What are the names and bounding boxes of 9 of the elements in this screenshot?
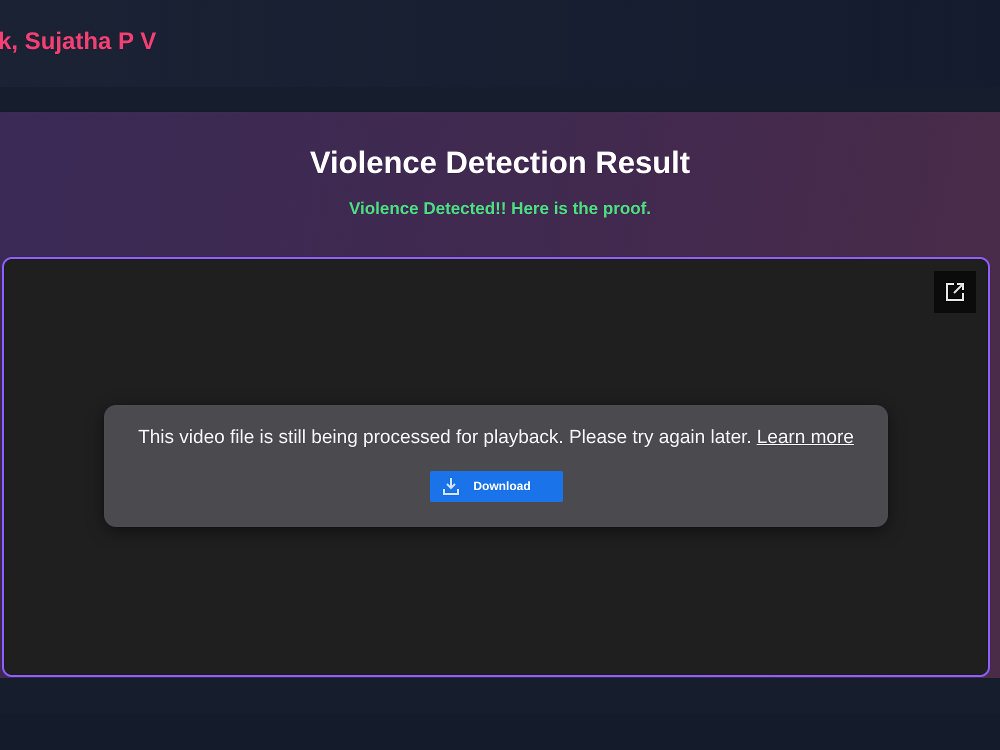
processing-notice: This video file is still being processed for playback. Please try again later. Learn more <box>138 426 854 448</box>
open-external-button[interactable] <box>934 271 976 313</box>
external-link-icon <box>945 282 965 302</box>
download-button[interactable]: Download <box>430 470 562 502</box>
learn-more-link[interactable]: Learn more <box>756 426 854 448</box>
header-title: k, Sujatha P V <box>0 27 156 56</box>
result-message: Violence Detected!! Here is the proof. <box>349 199 651 219</box>
download-icon <box>442 477 460 495</box>
result-title: Violence Detection Result <box>310 145 690 181</box>
